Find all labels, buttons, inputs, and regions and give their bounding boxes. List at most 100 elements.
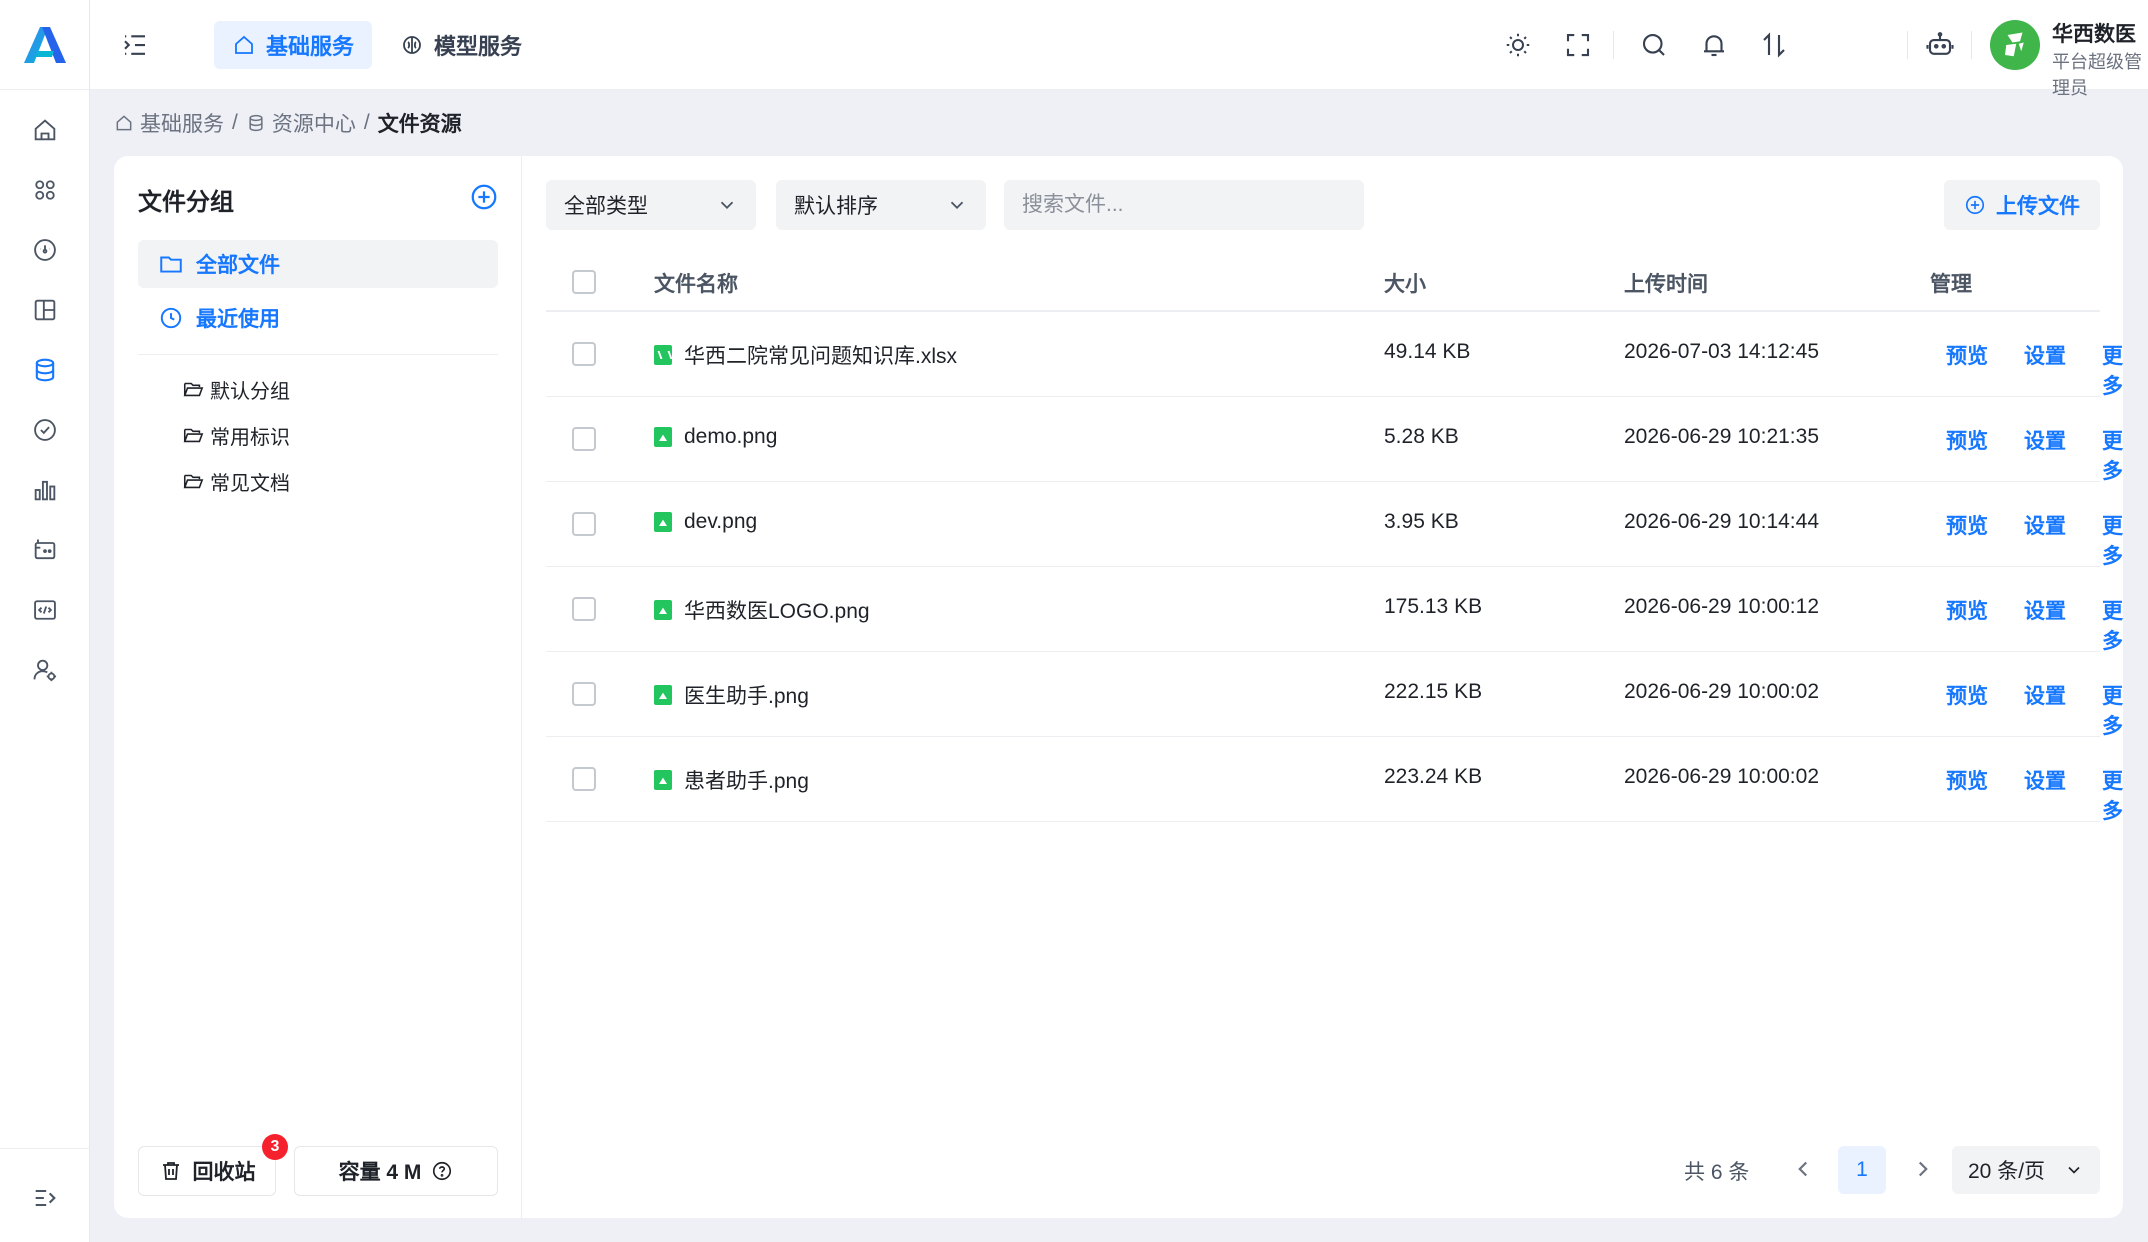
breadcrumb-item[interactable]: 资源中心	[246, 108, 356, 138]
table-row[interactable]: dev.png 3.95 KB 2026-06-29 10:14:44 预览 设…	[546, 482, 2123, 568]
more-button[interactable]: 更多	[2102, 765, 2123, 825]
home-icon[interactable]	[25, 110, 65, 150]
image-file-icon	[654, 685, 672, 705]
table-row[interactable]: 医生助手.png 222.15 KB 2026-06-29 10:00:02 预…	[546, 652, 2123, 738]
upload-file-button[interactable]: 上传文件	[1944, 180, 2100, 230]
robot-icon[interactable]	[1925, 30, 1955, 60]
row-checkbox[interactable]	[572, 682, 596, 706]
settings-button[interactable]: 设置	[2024, 595, 2066, 625]
menu-expand-icon[interactable]	[25, 1178, 65, 1218]
more-button[interactable]: 更多	[2102, 340, 2123, 400]
chevron-right-icon[interactable]	[1910, 1156, 1936, 1182]
database-icon[interactable]	[25, 350, 65, 390]
folder-open-icon	[183, 474, 204, 489]
media-icon[interactable]	[25, 530, 65, 570]
file-name-cell[interactable]: dev.png	[654, 510, 757, 534]
group-title: 文件分组	[138, 189, 234, 216]
row-checkbox[interactable]	[572, 512, 596, 536]
more-button[interactable]: 更多	[2102, 595, 2123, 655]
preview-button[interactable]: 预览	[1946, 510, 1988, 540]
table-row[interactable]: 华西数医LOGO.png 175.13 KB 2026-06-29 10:00:…	[546, 567, 2123, 653]
settings-button[interactable]: 设置	[2024, 680, 2066, 710]
table-row[interactable]: demo.png 5.28 KB 2026-06-29 10:21:35 预览 …	[546, 397, 2123, 483]
brain-icon	[403, 36, 421, 54]
capacity-indicator: 容量 4 M	[294, 1146, 498, 1196]
image-file-icon	[654, 427, 672, 447]
breadcrumb-current: 文件资源	[377, 113, 462, 136]
theme-sun-icon[interactable]	[1503, 30, 1533, 60]
row-checkbox[interactable]	[572, 342, 596, 366]
sort-select[interactable]: 默认排序	[776, 180, 986, 230]
upload-time: 2026-06-29 10:21:35	[1624, 425, 1819, 448]
file-search-input[interactable]	[1004, 180, 1364, 230]
column-header[interactable]: 大小	[1384, 268, 1426, 298]
fullscreen-icon[interactable]	[1563, 30, 1593, 60]
table-row[interactable]: 华西二院常见问题知识库.xlsx 49.14 KB 2026-07-03 14:…	[546, 312, 2123, 398]
file-name-cell[interactable]: demo.png	[654, 425, 777, 449]
preview-button[interactable]: 预览	[1946, 680, 1988, 710]
user-name[interactable]: 华西数医	[2052, 18, 2136, 48]
dashboard-icon[interactable]	[25, 230, 65, 270]
settings-button[interactable]: 设置	[2024, 425, 2066, 455]
preview-button[interactable]: 预览	[1946, 765, 1988, 795]
settings-button[interactable]: 设置	[2024, 340, 2066, 370]
sort-arrows-icon[interactable]	[1759, 30, 1789, 60]
column-header[interactable]: 上传时间	[1624, 268, 1708, 298]
pagination-page[interactable]: 1	[1838, 1146, 1886, 1194]
folder-icon	[160, 256, 182, 273]
page-size-select[interactable]: 20 条/页	[1952, 1146, 2100, 1194]
app-logo-icon	[23, 26, 66, 63]
table-header: 文件名称 大小 上传时间 管理	[546, 252, 2100, 312]
file-name-cell[interactable]: 医生助手.png	[654, 680, 809, 710]
check-circle-icon[interactable]	[25, 410, 65, 450]
collapse-menu-icon[interactable]	[120, 30, 150, 60]
preview-button[interactable]: 预览	[1946, 595, 1988, 625]
row-checkbox[interactable]	[572, 767, 596, 791]
nav-all-files[interactable]: 全部文件	[138, 240, 498, 288]
more-button[interactable]: 更多	[2102, 510, 2123, 570]
file-name-cell[interactable]: 华西数医LOGO.png	[654, 595, 870, 625]
breadcrumb-separator: /	[363, 111, 370, 134]
tab-basic-services[interactable]: 基础服务	[214, 21, 373, 69]
preview-button[interactable]: 预览	[1946, 425, 1988, 455]
column-header[interactable]: 文件名称	[654, 268, 738, 298]
bar-chart-icon[interactable]	[25, 470, 65, 510]
help-icon[interactable]	[431, 1160, 453, 1182]
preview-button[interactable]: 预览	[1946, 340, 1988, 370]
file-name-cell[interactable]: 患者助手.png	[654, 765, 809, 795]
file-name-cell[interactable]: 华西二院常见问题知识库.xlsx	[654, 340, 957, 370]
breadcrumb-item[interactable]: 基础服务	[114, 108, 224, 138]
excel-file-icon	[654, 345, 672, 365]
avatar[interactable]	[1990, 20, 2040, 70]
row-checkbox[interactable]	[572, 597, 596, 621]
brand-leaf-icon	[2005, 32, 2024, 57]
pagination-total: 共 6 条	[1684, 1161, 1750, 1184]
tab-model-services[interactable]: 模型服务	[382, 21, 540, 69]
upload-time: 2026-06-29 10:00:02	[1624, 765, 1819, 788]
type-select[interactable]: 全部类型	[546, 180, 756, 230]
search-icon[interactable]	[1639, 30, 1669, 60]
apps-icon[interactable]	[25, 170, 65, 210]
layout-icon[interactable]	[25, 290, 65, 330]
recycle-bin-button[interactable]: 回收站	[138, 1146, 276, 1196]
row-checkbox[interactable]	[572, 427, 596, 451]
image-file-icon	[654, 600, 672, 620]
folder-item[interactable]: 常用标识	[182, 418, 290, 452]
notification-bell-icon[interactable]	[1699, 30, 1729, 60]
add-group-icon[interactable]	[469, 182, 499, 212]
nav-recent[interactable]: 最近使用	[138, 294, 498, 342]
settings-button[interactable]: 设置	[2024, 510, 2066, 540]
more-button[interactable]: 更多	[2102, 425, 2123, 485]
user-settings-icon[interactable]	[25, 650, 65, 690]
folder-item[interactable]: 默认分组	[182, 372, 290, 406]
chevron-left-icon[interactable]	[1790, 1156, 1816, 1182]
table-row[interactable]: 患者助手.png 223.24 KB 2026-06-29 10:00:02 预…	[546, 737, 2123, 823]
code-icon[interactable]	[25, 590, 65, 630]
app-logo[interactable]	[0, 0, 89, 90]
more-button[interactable]: 更多	[2102, 680, 2123, 740]
settings-button[interactable]: 设置	[2024, 765, 2066, 795]
select-all-checkbox[interactable]	[572, 270, 596, 294]
folder-item[interactable]: 常见文档	[182, 464, 290, 498]
file-size: 223.24 KB	[1384, 765, 1483, 788]
tab-label: 基础服务	[266, 34, 355, 59]
